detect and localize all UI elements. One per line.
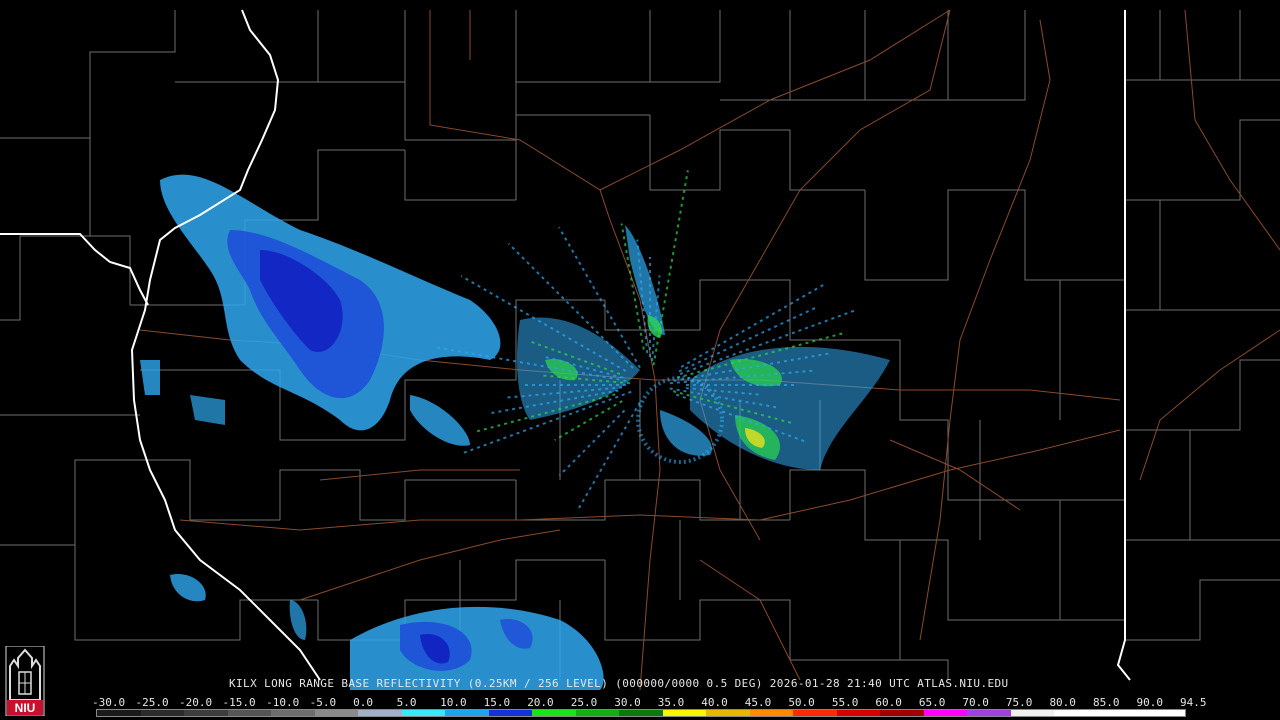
colorbar-segment	[836, 710, 881, 716]
colorbar-label: -20.0	[179, 696, 213, 709]
colorbar-label: 80.0	[1049, 696, 1076, 709]
logo-text: NIU	[15, 701, 36, 715]
colorbar-segment	[271, 710, 315, 716]
colorbar-label: -5.0	[309, 696, 337, 709]
colorbar-segment	[1141, 710, 1185, 716]
colorbar-segment	[488, 710, 533, 716]
colorbar-label: 50.0	[788, 696, 815, 709]
colorbar-label: 55.0	[831, 696, 859, 709]
colorbar-segment	[227, 710, 272, 716]
colorbar-segment	[1010, 710, 1055, 716]
colorbar-label: 75.0	[1005, 696, 1033, 709]
colorbar-segment	[140, 710, 185, 716]
colorbar-label: 10.0	[440, 696, 467, 709]
colorbar-label: 0.0	[353, 696, 373, 709]
colorbar-segment	[662, 710, 707, 716]
colorbar-segment	[706, 710, 750, 716]
colorbar-label: 65.0	[918, 696, 946, 709]
colorbar-label: 25.0	[570, 696, 598, 709]
colorbar-segment	[749, 710, 794, 716]
colorbar-segment	[358, 710, 402, 716]
colorbar-label: 45.0	[744, 696, 772, 709]
colorbar-label: -25.0	[135, 696, 169, 709]
colorbar-label: 15.0	[483, 696, 511, 709]
colorbar-segment	[619, 710, 663, 716]
colorbar-segment	[575, 710, 620, 716]
radar-map	[0, 0, 1280, 720]
colorbar-segment	[532, 710, 576, 716]
colorbar-label: -15.0	[222, 696, 256, 709]
colorbar-segment	[1097, 710, 1142, 716]
colorbar-segment	[923, 710, 968, 716]
colorbar-label: 5.0	[396, 696, 417, 709]
product-site: ATLAS.NIU.EDU	[917, 677, 1009, 690]
product-timestamp: 2026-01-28 21:40 UTC	[769, 677, 918, 690]
colorbar-segment	[184, 710, 228, 716]
colorbar-labels: -30.0 -25.0 -20.0 -15.0 -10.0 -5.0 0.0 5.0 10.0 1…	[92, 696, 1207, 709]
reflectivity-colorbar	[96, 709, 1186, 717]
colorbar-segment	[314, 710, 359, 716]
colorbar-segment	[401, 710, 446, 716]
station-id: KILX	[229, 677, 265, 690]
colorbar-label: 60.0	[875, 696, 902, 709]
colorbar-label: 85.0	[1092, 696, 1120, 709]
colorbar-label: 94.5	[1180, 696, 1207, 709]
product-name: LONG RANGE BASE REFLECTIVITY	[264, 677, 468, 690]
colorbar-label: 70.0	[962, 696, 989, 709]
product-volume: (000000/0000 0.5 DEG)	[615, 677, 770, 690]
product-caption: KILX LONG RANGE BASE REFLECTIVITY (0.25K…	[229, 677, 1009, 690]
colorbar-segment	[97, 710, 141, 716]
colorbar-segment	[445, 710, 489, 716]
colorbar-segment	[967, 710, 1011, 716]
colorbar-label: 90.0	[1136, 696, 1163, 709]
colorbar-label: 40.0	[701, 696, 728, 709]
colorbar-label: 20.0	[527, 696, 554, 709]
colorbar-label: -10.0	[266, 696, 300, 709]
colorbar-segment	[793, 710, 837, 716]
colorbar-label: -30.0	[92, 696, 126, 709]
colorbar-segment	[1054, 710, 1098, 716]
colorbar-label: 35.0	[657, 696, 685, 709]
colorbar-label: 30.0	[614, 696, 641, 709]
niu-logo: NIU	[5, 646, 45, 716]
product-resolution: (0.25KM / 256 LEVEL)	[467, 677, 616, 690]
colorbar-segment	[880, 710, 924, 716]
